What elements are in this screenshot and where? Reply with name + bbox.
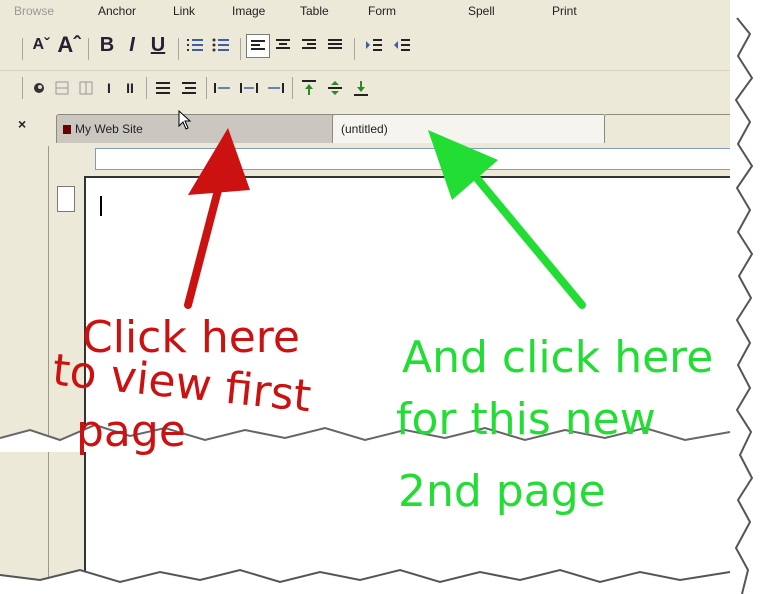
annotation-green-line3: 2nd page [398,466,606,517]
annotation-arrows [184,128,586,309]
annotation-green-line1: And click here [402,332,714,383]
red-arrow [184,128,250,309]
annotation-red-line3: page [76,406,186,457]
annotation-green-line2: for this new [396,394,656,445]
green-arrow [428,130,586,309]
